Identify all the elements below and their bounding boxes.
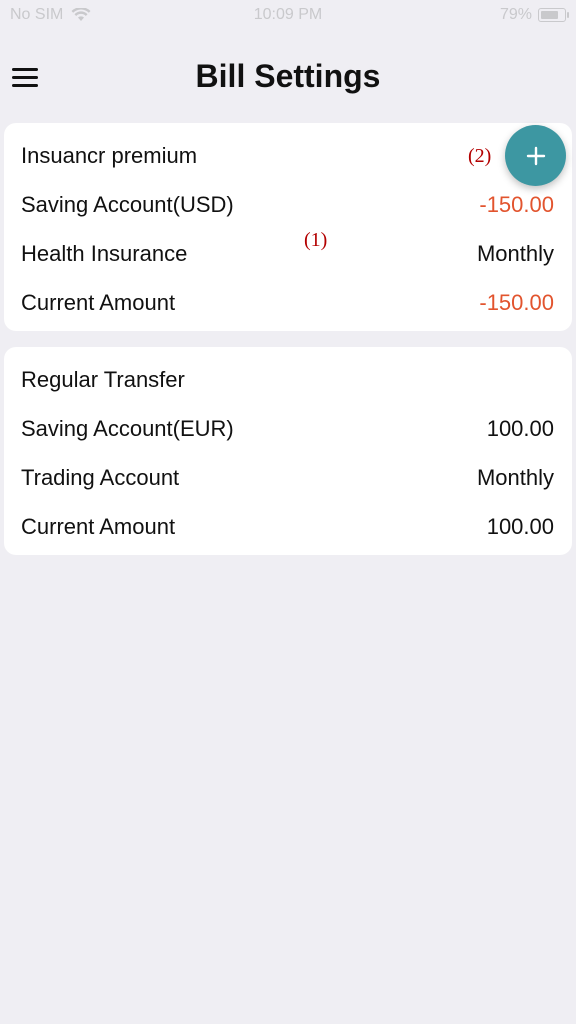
battery-icon — [538, 8, 569, 22]
card-row-current: Current Amount 100.00 — [4, 502, 572, 551]
current-amount-value: 100.00 — [486, 513, 554, 539]
card-row-current: Current Amount -150.00 — [4, 278, 572, 327]
plus-icon — [526, 146, 545, 165]
category-label: Health Insurance — [21, 240, 188, 266]
account-amount: 100.00 — [486, 415, 554, 441]
bill-card-transfer[interactable]: Regular Transfer Saving Account(EUR) 100… — [4, 347, 572, 555]
current-amount-value: -150.00 — [479, 289, 554, 315]
frequency-value: Monthly — [476, 464, 554, 490]
account-label: Saving Account(EUR) — [21, 415, 234, 441]
card-row-title: Regular Transfer — [4, 355, 572, 404]
current-amount-label: Current Amount — [21, 513, 176, 539]
page-title: Bill Settings — [195, 58, 381, 94]
frequency-value: Monthly — [476, 240, 554, 266]
account-amount: -150.00 — [479, 191, 554, 217]
bill-name: Insuancr premium — [21, 142, 198, 168]
card-row-account: Saving Account(USD) -150.00 — [4, 180, 572, 229]
status-bar: No SIM 10:09 PM 79% — [0, 0, 576, 30]
battery-group: 79% — [499, 6, 569, 24]
category-label: Trading Account — [21, 464, 180, 490]
navigation-bar: Bill Settings — [0, 48, 576, 108]
bill-name: Regular Transfer — [21, 366, 185, 392]
annotation-label-2: (2) — [468, 145, 492, 167]
card-row-category: Health Insurance Monthly — [4, 229, 572, 278]
card-row-category: Trading Account Monthly — [4, 453, 572, 502]
annotation-label-1: (1) — [304, 229, 328, 251]
account-label: Saving Account(USD) — [21, 191, 234, 217]
status-time: 10:09 PM — [253, 6, 323, 23]
card-row-account: Saving Account(EUR) 100.00 — [4, 404, 572, 453]
battery-percent: 79% — [499, 6, 532, 23]
current-amount-label: Current Amount — [21, 289, 176, 315]
add-bill-button[interactable] — [505, 125, 566, 186]
